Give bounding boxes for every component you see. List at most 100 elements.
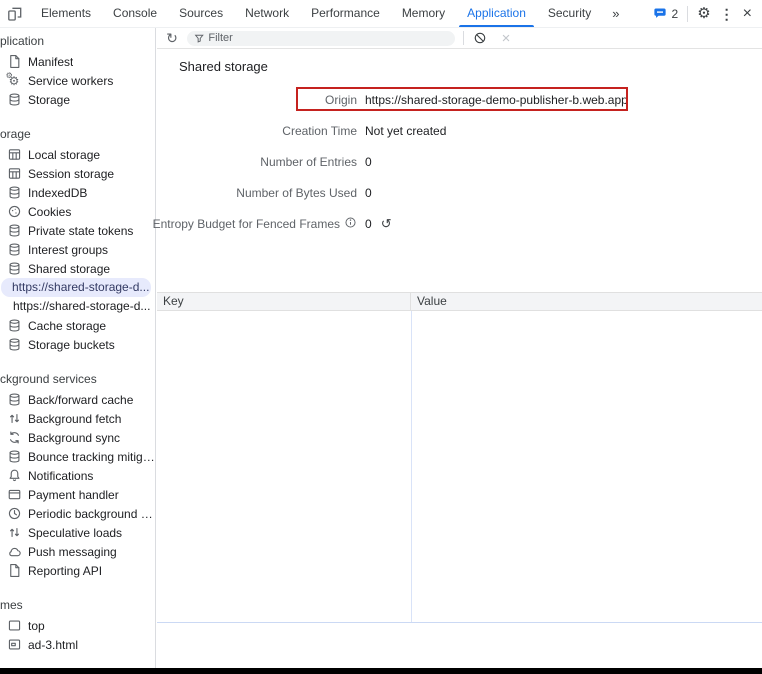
- issues-bubble-icon: [652, 6, 668, 21]
- iframe-icon: [6, 637, 22, 653]
- sidebar-item-origin[interactable]: https://shared-storage-d...: [1, 278, 151, 297]
- metadata-row: Entropy Budget for Fenced Frames0↺: [157, 208, 762, 239]
- application-sidebar: plicationManifest⚙⚙Service workersStorag…: [0, 28, 156, 668]
- sync-icon: [6, 430, 22, 446]
- sidebar-item-bounce-tracking-mitiga[interactable]: Bounce tracking mitiga...: [0, 447, 155, 466]
- shared-storage-panel: ↻ × Shared storage Originhttps://shared-…: [157, 28, 762, 668]
- reset-budget-icon[interactable]: ↺: [381, 216, 392, 232]
- sidebar-section: mestopad-3.html: [0, 594, 155, 654]
- tab-elements[interactable]: Elements: [30, 0, 102, 27]
- toggle-device-toolbar-button[interactable]: [0, 0, 30, 27]
- filter-input[interactable]: [208, 32, 448, 44]
- sidebar-item-background-sync[interactable]: Background sync: [0, 428, 155, 447]
- sidebar-item-label: Private state tokens: [28, 224, 133, 238]
- sidebar-section-header: ckground services: [0, 368, 155, 390]
- document-icon: [6, 54, 22, 70]
- sidebar-item-manifest[interactable]: Manifest: [0, 52, 155, 71]
- field-label-text: Number of Entries: [260, 155, 357, 169]
- sidebar-item-label: Periodic background s...: [28, 507, 155, 521]
- filter-box[interactable]: [187, 31, 455, 46]
- datagrid-body[interactable]: [157, 311, 762, 623]
- sidebar-item-label: top: [28, 619, 45, 633]
- metadata-row: Number of Bytes Used0: [157, 177, 762, 208]
- sidebar-item-storage-buckets[interactable]: Storage buckets: [0, 335, 155, 354]
- field-value: 0: [365, 155, 372, 169]
- sidebar-item-back-forward-cache[interactable]: Back/forward cache: [0, 390, 155, 409]
- field-value-text: 0: [365, 155, 372, 169]
- bell-icon: [6, 468, 22, 484]
- tab-security[interactable]: Security: [537, 0, 602, 27]
- tab-memory[interactable]: Memory: [391, 0, 456, 27]
- metadata-view: Origin https://shared-storage-demo-publis…: [157, 84, 762, 239]
- table-icon: [6, 166, 22, 182]
- sidebar-item-push-messaging[interactable]: Push messaging: [0, 542, 155, 561]
- field-value: https://shared-storage-demo-publisher-b.…: [365, 93, 628, 107]
- panel-toolbar: ↻ ×: [157, 28, 762, 49]
- sidebar-item-service-workers[interactable]: ⚙⚙Service workers: [0, 71, 155, 90]
- tab-network[interactable]: Network: [234, 0, 300, 27]
- sidebar-item-label: Manifest: [28, 55, 73, 69]
- divider: [687, 6, 688, 22]
- service-worker-icon: ⚙⚙: [6, 73, 22, 89]
- payment-card-icon: [6, 487, 22, 503]
- sidebar-item-label: Payment handler: [28, 488, 119, 502]
- database-icon: [6, 449, 22, 465]
- tab-application[interactable]: Application: [456, 0, 537, 27]
- sidebar-item-speculative-loads[interactable]: Speculative loads: [0, 523, 155, 542]
- sidebar-item-label: Storage buckets: [28, 338, 115, 352]
- sidebar-item-label: Back/forward cache: [28, 393, 133, 407]
- sidebar-item-label: Speculative loads: [28, 526, 122, 540]
- column-header-key[interactable]: Key: [157, 293, 411, 310]
- sidebar-item-label: IndexedDB: [28, 186, 87, 200]
- sidebar-item-cache-storage[interactable]: Cache storage: [0, 316, 155, 335]
- column-divider: [411, 311, 412, 622]
- sidebar-item-payment-handler[interactable]: Payment handler: [0, 485, 155, 504]
- sidebar-section: orageLocal storageSession storageIndexed…: [0, 123, 155, 354]
- sidebar-item-label: Cookies: [28, 205, 71, 219]
- sidebar-item-ad-3-html[interactable]: ad-3.html: [0, 635, 155, 654]
- sidebar-item-top[interactable]: top: [0, 616, 155, 635]
- refresh-icon[interactable]: ↻: [163, 29, 181, 47]
- tab-performance[interactable]: Performance: [300, 0, 391, 27]
- sidebar-item-storage[interactable]: Storage: [0, 90, 155, 109]
- tab-sources[interactable]: Sources: [168, 0, 234, 27]
- sidebar-item-origin[interactable]: https://shared-storage-d...: [1, 297, 151, 316]
- sidebar-item-local-storage[interactable]: Local storage: [0, 145, 155, 164]
- info-icon[interactable]: [344, 216, 357, 232]
- sidebar-item-notifications[interactable]: Notifications: [0, 466, 155, 485]
- sidebar-item-background-fetch[interactable]: Background fetch: [0, 409, 155, 428]
- field-value-text: 0: [365, 186, 372, 200]
- sidebar-item-indexeddb[interactable]: IndexedDB: [0, 183, 155, 202]
- sidebar-item-session-storage[interactable]: Session storage: [0, 164, 155, 183]
- close-icon[interactable]: ×: [743, 6, 752, 22]
- sidebar-item-label: Interest groups: [28, 243, 108, 257]
- field-label: Creation Time: [157, 124, 357, 138]
- clock-icon: [6, 506, 22, 522]
- more-tabs-button[interactable]: »: [602, 0, 630, 27]
- issues-counter[interactable]: 2: [652, 6, 679, 21]
- kebab-menu-icon[interactable]: ⋮: [720, 7, 734, 21]
- settings-gear-icon[interactable]: ⚙: [697, 6, 710, 21]
- database-icon: [6, 318, 22, 334]
- database-icon: [6, 223, 22, 239]
- sidebar-item-label: Cache storage: [28, 319, 106, 333]
- screen-edge-bar: [0, 668, 762, 674]
- clear-icon[interactable]: ×: [497, 29, 515, 47]
- arrows-up-down-icon: [6, 411, 22, 427]
- sidebar-item-periodic-background-s[interactable]: Periodic background s...: [0, 504, 155, 523]
- device-toolbar-icon: [7, 6, 23, 22]
- devtools-tabbar: ElementsConsoleSourcesNetworkPerformance…: [0, 0, 762, 28]
- database-icon: [6, 337, 22, 353]
- sidebar-item-reporting-api[interactable]: Reporting API: [0, 561, 155, 580]
- column-header-value[interactable]: Value: [411, 293, 447, 310]
- sidebar-item-interest-groups[interactable]: Interest groups: [0, 240, 155, 259]
- field-label: Origin: [157, 93, 357, 107]
- tab-console[interactable]: Console: [102, 0, 168, 27]
- database-icon: [6, 392, 22, 408]
- block-clear-all-icon[interactable]: [471, 29, 489, 47]
- sidebar-item-cookies[interactable]: Cookies: [0, 202, 155, 221]
- sidebar-item-shared-storage[interactable]: Shared storage: [0, 259, 155, 278]
- field-label: Entropy Budget for Fenced Frames: [157, 216, 357, 232]
- sidebar-item-private-state-tokens[interactable]: Private state tokens: [0, 221, 155, 240]
- sidebar-item-label: Shared storage: [28, 262, 110, 276]
